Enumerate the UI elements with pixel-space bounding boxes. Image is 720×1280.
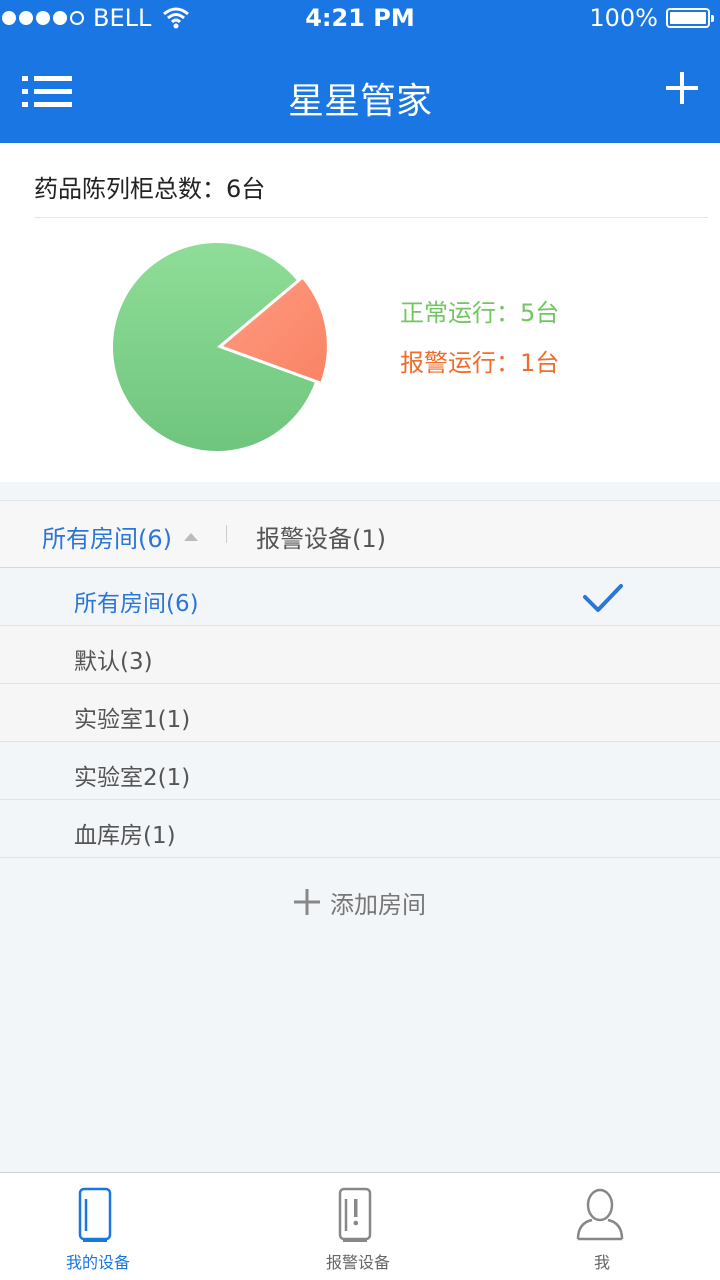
room-item-label: 血库房(1): [74, 823, 176, 849]
room-dropdown-list: 所有房间(6) 默认(3) 实验室1(1) 实验室2(1) 血库房(1): [0, 568, 720, 858]
filter-tab-all-rooms-label: 所有房间(6): [42, 525, 172, 553]
room-item-label: 实验室2(1): [74, 765, 191, 791]
room-item-label: 实验室1(1): [74, 707, 191, 733]
filter-bar: 所有房间(6) 报警设备(1): [0, 500, 720, 568]
battery-percent: 100%: [589, 4, 658, 32]
divider: [34, 217, 708, 218]
add-room-label: 添加房间: [330, 890, 426, 919]
room-item[interactable]: 血库房(1): [0, 800, 720, 858]
room-item[interactable]: 默认(3): [0, 626, 720, 684]
filter-separator: [226, 525, 227, 543]
caret-up-icon: [184, 532, 198, 541]
tab-my-devices[interactable]: 我的设备: [0, 1173, 240, 1280]
user-icon: [576, 1188, 624, 1241]
room-item[interactable]: 实验室2(1): [0, 742, 720, 800]
navigation-bar: 星星管家: [0, 40, 720, 143]
fridge-icon: [78, 1187, 112, 1242]
plus-icon: [294, 889, 320, 915]
legend-normal: 正常运行：5台: [400, 299, 560, 327]
filter-tab-all-rooms[interactable]: 所有房间(6): [42, 519, 198, 554]
filter-tab-alarm-devices[interactable]: 报警设备(1): [256, 519, 386, 554]
bottom-tab-bar: 我的设备 报警设备 我: [0, 1172, 720, 1280]
status-bar: BELL 4:21 PM 100%: [0, 0, 720, 40]
battery-icon: [666, 8, 714, 28]
checkmark-icon: [583, 584, 623, 612]
status-pie-chart: [112, 242, 327, 451]
room-item[interactable]: 实验室1(1): [0, 684, 720, 742]
room-item-label: 所有房间(6): [74, 591, 199, 617]
device-summary-card: 药品陈列柜总数：6台 正常运行：5台 报警运行：1台: [0, 143, 720, 482]
legend-alarm: 报警运行：1台: [400, 349, 560, 377]
tab-label: 我的设备: [65, 1253, 130, 1272]
room-item[interactable]: 所有房间(6): [0, 568, 720, 626]
add-room-button[interactable]: 添加房间: [0, 862, 720, 942]
room-item-label: 默认(3): [74, 649, 153, 675]
summary-title: 药品陈列柜总数：6台: [34, 175, 266, 203]
tab-me[interactable]: 我: [480, 1173, 720, 1280]
tab-label: 报警设备: [325, 1253, 390, 1272]
alarm-fridge-icon: [338, 1187, 372, 1242]
tab-label: 我: [593, 1253, 610, 1272]
tab-alarm-devices[interactable]: 报警设备: [240, 1173, 480, 1280]
battery-indicator: 100%: [589, 4, 714, 32]
page-title: 星星管家: [287, 81, 432, 122]
plus-icon[interactable]: [666, 72, 698, 104]
